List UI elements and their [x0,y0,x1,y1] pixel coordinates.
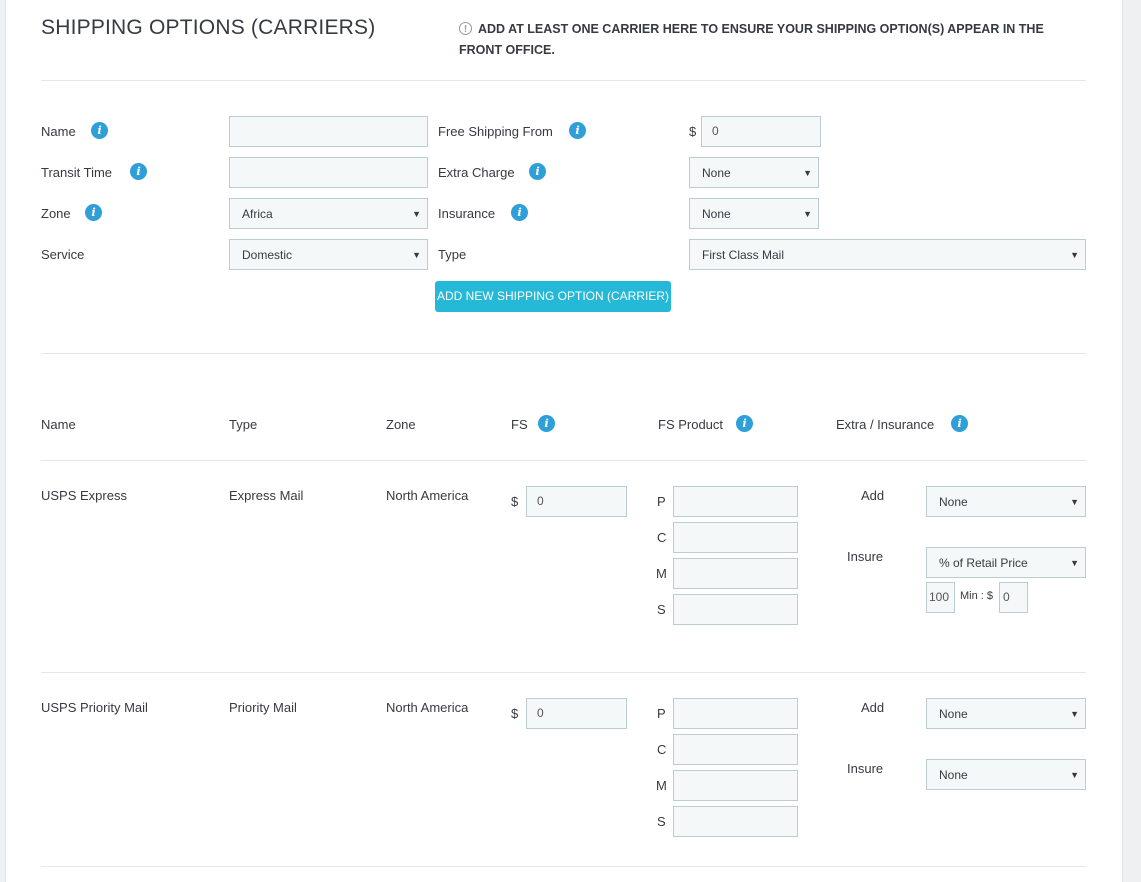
caret-down-icon: ▼ [803,168,812,178]
zone-select-value: Africa [242,207,273,221]
info-icon[interactable]: i [85,204,102,221]
product-letter-c: C [657,530,667,545]
zone-label: Zone [41,206,71,221]
type-select-value: First Class Mail [702,248,785,262]
insurance-select-value: None [702,207,731,221]
carrier-name: USPS Priority Mail [41,700,148,715]
product-p-input[interactable] [673,486,798,517]
insure-select[interactable]: None ▼ [926,759,1086,790]
transit-time-label: Transit Time [41,165,113,180]
extra-charge-select-value: None [702,166,731,180]
add-carrier-button[interactable]: ADD NEW SHIPPING OPTION (CARRIER) [435,281,671,312]
insure-select[interactable]: % of Retail Price ▼ [926,547,1086,578]
add-select-value: None [939,707,968,721]
product-s-input[interactable] [673,806,798,837]
notice-text: ADD AT LEAST ONE CARRIER HERE TO ENSURE … [459,22,1044,57]
caret-down-icon: ▼ [1070,497,1079,507]
product-c-input[interactable] [673,734,798,765]
name-input[interactable] [229,116,428,147]
exclamation-circle-icon: ! [459,22,472,35]
info-icon[interactable]: i [951,415,968,432]
col-extra-insurance-header: Extra / Insurance [836,417,935,432]
caret-down-icon: ▼ [1070,250,1079,260]
product-letter-s: S [657,814,666,829]
insurance-select[interactable]: None ▼ [689,198,819,229]
caret-down-icon: ▼ [1070,709,1079,719]
col-zone-header: Zone [386,417,416,432]
divider [41,866,1086,867]
free-shipping-input[interactable]: 0 [701,116,821,147]
fs-input[interactable]: 0 [526,486,627,517]
caret-down-icon: ▼ [412,250,421,260]
insurance-label: Insurance [438,206,496,221]
insure-min-input[interactable]: 0 [999,582,1028,613]
info-icon[interactable]: i [91,122,108,139]
service-select-value: Domestic [242,248,293,262]
type-select[interactable]: First Class Mail ▼ [689,239,1086,270]
insure-percent-input[interactable]: 100 [926,582,955,613]
product-letter-c: C [657,742,667,757]
type-label: Type [438,247,467,262]
min-label: Min : $ [960,590,994,602]
add-select[interactable]: None ▼ [926,486,1086,517]
zone-select[interactable]: Africa ▼ [229,198,428,229]
currency-symbol: $ [689,124,697,139]
insure-select-value: % of Retail Price [939,556,1028,570]
carrier-type: Priority Mail [229,700,297,715]
insure-label: Insure [847,761,884,776]
col-fs-header: FS [511,417,528,432]
col-fs-product-header: FS Product [658,417,724,432]
service-select[interactable]: Domestic ▼ [229,239,428,270]
info-icon[interactable]: i [511,204,528,221]
info-icon[interactable]: i [569,122,586,139]
caret-down-icon: ▼ [1070,558,1079,568]
divider [41,460,1086,461]
free-shipping-label: Free Shipping From [438,124,553,139]
fs-input[interactable]: 0 [526,698,627,729]
info-icon[interactable]: i [538,415,555,432]
carriers-panel [5,0,1123,882]
divider [41,353,1086,354]
extra-charge-label: Extra Charge [438,165,515,180]
caret-down-icon: ▼ [1070,770,1079,780]
info-icon[interactable]: i [529,163,546,180]
caret-down-icon: ▼ [803,209,812,219]
product-letter-m: M [656,778,667,793]
product-m-input[interactable] [673,770,798,801]
info-icon[interactable]: i [130,163,147,180]
carrier-type: Express Mail [229,488,304,503]
add-label: Add [861,488,885,503]
carrier-zone: North America [386,488,469,503]
caret-down-icon: ▼ [412,209,421,219]
product-letter-s: S [657,602,666,617]
product-c-input[interactable] [673,522,798,553]
product-letter-p: P [657,494,666,509]
col-name-header: Name [41,417,76,432]
divider [41,672,1086,673]
currency-symbol: $ [511,706,519,721]
carrier-name: USPS Express [41,488,127,503]
divider [41,80,1086,81]
carrier-notice: ! ADD AT LEAST ONE CARRIER HERE TO ENSURE… [459,19,1089,61]
product-s-input[interactable] [673,594,798,625]
page-title: SHIPPING OPTIONS (CARRIERS) [41,16,376,39]
add-select[interactable]: None ▼ [926,698,1086,729]
product-letter-m: M [656,566,667,581]
extra-charge-select[interactable]: None ▼ [689,157,819,188]
currency-symbol: $ [511,494,519,509]
info-icon[interactable]: i [736,415,753,432]
carrier-zone: North America [386,700,469,715]
service-label: Service [41,247,85,262]
insure-select-value: None [939,768,968,782]
add-label: Add [861,700,885,715]
col-type-header: Type [229,417,258,432]
add-select-value: None [939,495,968,509]
product-letter-p: P [657,706,666,721]
insure-label: Insure [847,549,884,564]
product-p-input[interactable] [673,698,798,729]
product-m-input[interactable] [673,558,798,589]
transit-time-input[interactable] [229,157,428,188]
name-label: Name [41,124,76,139]
